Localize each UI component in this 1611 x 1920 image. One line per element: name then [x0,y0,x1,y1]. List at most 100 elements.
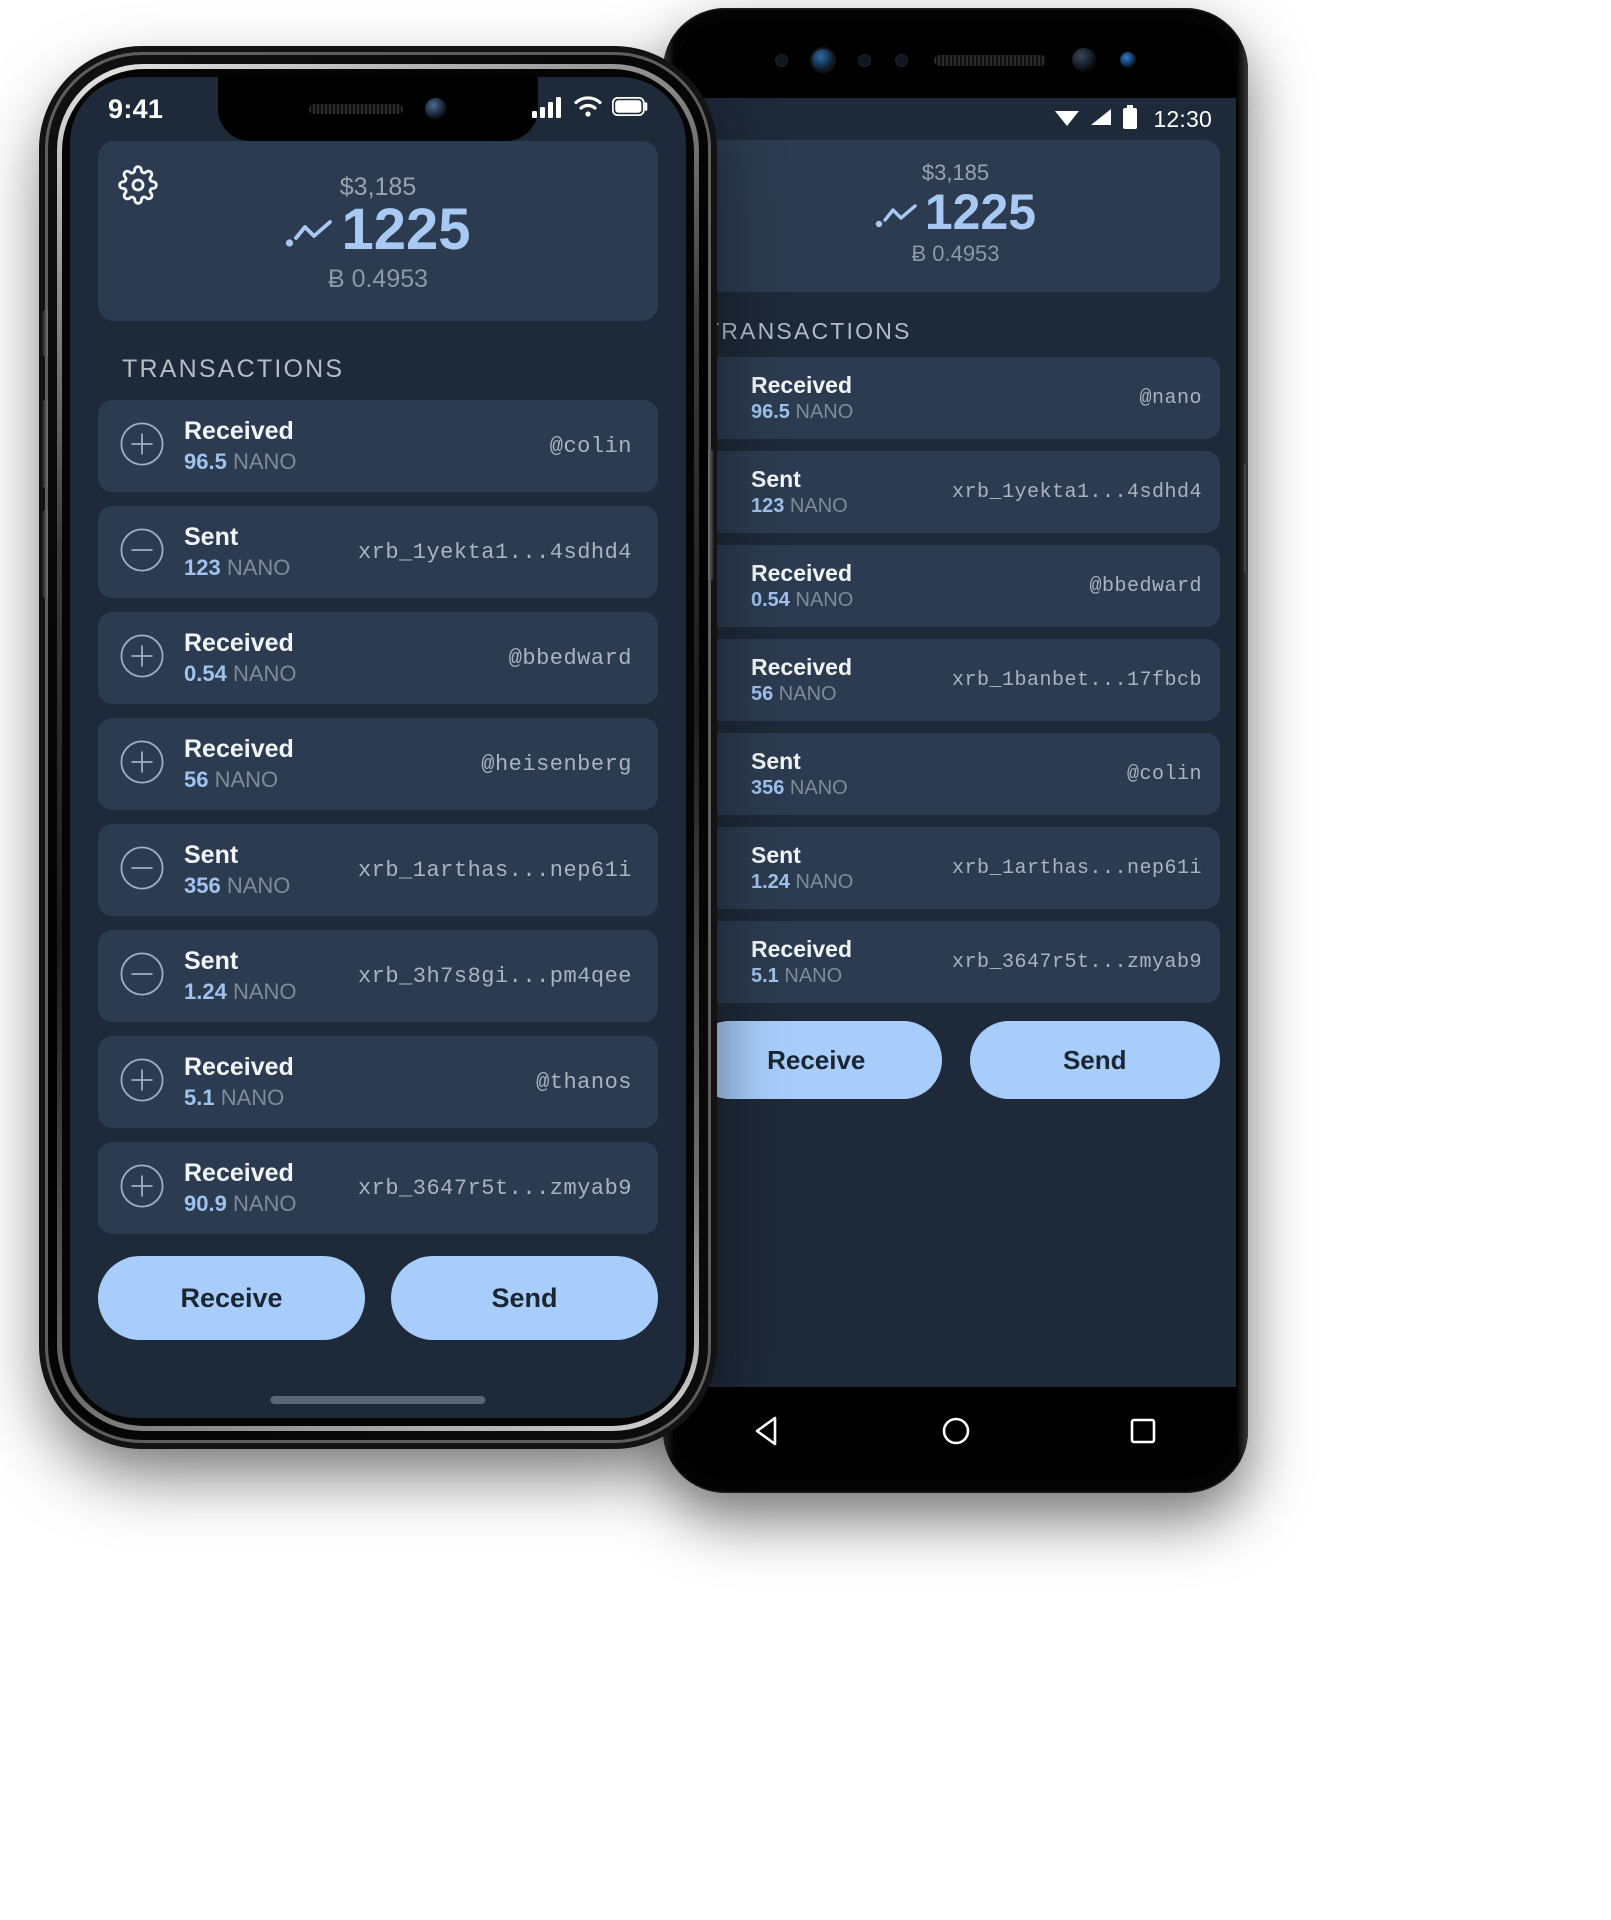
sparkline-icon [285,200,335,261]
transaction-address: xrb_3647r5t...zmyab9 [951,950,1202,974]
transaction-address: @bbedward [1089,574,1202,598]
transaction-type: Sent [751,466,801,492]
android-status-bar: 12:30 [675,98,1236,140]
transaction-address: @colin [549,433,632,459]
light-sensor-2-icon [895,53,908,67]
transaction-row[interactable]: Sent 123 NANO xrb_1yekta1...4sdhd4 [691,451,1220,533]
nav-recents-square-icon[interactable] [1126,1414,1160,1453]
iphone-nano-balance-row: 1225 [98,197,658,262]
iphone-action-bar: Receive Send [98,1256,658,1340]
transaction-amount: 0.54 NANO [751,589,854,611]
cellular-bars-icon [532,96,564,123]
transaction-row[interactable]: Received 5.1 NANO @thanos [98,1036,658,1128]
iphone-balance-amount: 1225 [341,197,471,262]
transaction-amount: 123 NANO [184,555,291,580]
transaction-type: Sent [184,523,239,551]
transaction-amount: 96.5 NANO [751,401,854,423]
transaction-amount: 1.24 NANO [184,979,297,1004]
transaction-amount: 5.1 NANO [184,1085,285,1110]
transaction-row[interactable]: Received 96.5 NANO @nano [691,357,1220,439]
transaction-row[interactable]: Sent 356 NANO @colin [691,733,1220,815]
transaction-amount: 123 NANO [751,495,848,517]
android-nano-balance-row: 1225 [691,186,1220,239]
transaction-type: Sent [751,842,801,868]
screenshot-stage: 12:30 $3,185 1225 Ƀ 0.4953 TRANSACTIONS … [0,0,1611,1920]
transaction-row[interactable]: Sent 1.24 NANO xrb_3h7s8gi...pm4qee [98,930,658,1022]
transaction-row[interactable]: Sent 123 NANO xrb_1yekta1...4sdhd4 [98,506,658,598]
android-btc-balance: Ƀ 0.4953 [911,240,1000,266]
transaction-address: xrb_1yekta1...4sdhd4 [951,480,1202,504]
transaction-row[interactable]: Received 0.54 NANO @bbedward [691,545,1220,627]
iphone-volume-up-button[interactable] [42,400,48,488]
transaction-row[interactable]: Sent 1.24 NANO xrb_1arthas...nep61i [691,827,1220,909]
android-fiat-balance: $3,185 [921,160,990,185]
front-camera-icon [1072,48,1096,72]
transaction-address: xrb_1arthas...nep61i [357,857,632,883]
iphone-device: 9:41 $3,185 1225 Ƀ 0.4953 TRANSACTIONS R… [42,55,714,1440]
transaction-amount: 356 NANO [751,777,848,799]
transaction-row[interactable]: Received 90.9 NANO xrb_3647r5t...zmyab9 [98,1142,658,1234]
iphone-receive-button[interactable]: Receive [98,1256,365,1340]
transaction-row[interactable]: Sent 356 NANO xrb_1arthas...nep61i [98,824,658,916]
transaction-address: @colin [1126,762,1202,786]
iphone-balance-card[interactable]: $3,185 1225 Ƀ 0.4953 [98,141,658,321]
transaction-amount: 56 NANO [751,683,837,705]
transaction-amount: 5.1 NANO [751,965,843,987]
android-power-button[interactable] [1244,463,1248,573]
android-right-edge [1238,8,1248,1493]
transaction-type: Received [184,1053,294,1081]
transaction-type: Sent [184,841,239,869]
proximity-sensor-icon [775,53,788,67]
signal-triangle-icon [1089,107,1113,132]
transaction-address: xrb_3h7s8gi...pm4qee [357,963,632,989]
iphone-transactions-heading: TRANSACTIONS [122,355,345,383]
transaction-type: Received [184,735,294,763]
android-device: 12:30 $3,185 1225 Ƀ 0.4953 TRANSACTIONS … [663,8,1248,1493]
plus-circle-icon [120,421,164,471]
iphone-power-button[interactable] [708,450,714,580]
minus-circle-icon [120,527,164,577]
transaction-amount: 1.24 NANO [751,871,854,893]
battery-icon [1122,104,1138,134]
iphone-app-content: $3,185 1225 Ƀ 0.4953 TRANSACTIONS Receiv… [70,141,686,1340]
transaction-amount: 56 NANO [184,767,279,792]
gear-icon[interactable] [118,165,158,210]
transaction-row[interactable]: Received 0.54 NANO @bbedward [98,612,658,704]
minus-circle-icon [120,845,164,895]
transaction-address: xrb_3647r5t...zmyab9 [357,1175,632,1201]
iphone-screen: 9:41 $3,185 1225 Ƀ 0.4953 TRANSACTIONS R… [70,77,686,1418]
nav-home-circle-icon[interactable] [939,1414,973,1453]
iphone-clock: 9:41 [108,93,164,124]
iphone-silent-switch[interactable] [42,310,48,356]
android-balance-amount: 1225 [924,184,1037,240]
transaction-type: Received [751,560,853,586]
android-transaction-list[interactable]: Received 96.5 NANO @nano Sent 123 NANO x… [691,357,1220,1003]
earpiece-speaker-icon [934,54,1046,66]
transaction-address: xrb_1arthas...nep61i [951,856,1202,880]
transaction-row[interactable]: Received 56 NANO xrb_1banbet...17fbcb [691,639,1220,721]
plus-circle-icon [120,739,164,789]
transaction-row[interactable]: Received 56 NANO @heisenberg [98,718,658,810]
android-send-button[interactable]: Send [969,1021,1220,1099]
transaction-address: @nano [1139,386,1202,410]
transaction-address: @heisenberg [481,751,632,777]
android-action-bar: Receive Send [691,1021,1220,1099]
iris-scanner-icon [810,47,836,73]
transaction-row[interactable]: Received 96.5 NANO @colin [98,400,658,492]
iphone-volume-down-button[interactable] [42,510,48,598]
transaction-amount: 90.9 NANO [184,1191,297,1216]
transaction-row[interactable]: Received 5.1 NANO xrb_3647r5t...zmyab9 [691,921,1220,1003]
android-top-sensors [675,22,1236,98]
android-balance-card[interactable]: $3,185 1225 Ƀ 0.4953 [691,140,1220,292]
iphone-send-button[interactable]: Send [391,1256,658,1340]
nav-back-triangle-icon[interactable] [752,1414,786,1453]
android-navigation-bar[interactable] [675,1387,1236,1479]
android-clock: 12:30 [1153,105,1212,132]
transaction-type: Received [751,372,853,398]
transaction-type: Sent [184,947,239,975]
transaction-type: Received [184,629,294,657]
iphone-home-indicator[interactable] [270,1396,486,1404]
iphone-btc-balance: Ƀ 0.4953 [327,264,429,293]
iphone-transaction-list[interactable]: Received 96.5 NANO @colin Sent 123 NANO … [98,400,658,1234]
android-receive-button[interactable]: Receive [691,1021,942,1099]
